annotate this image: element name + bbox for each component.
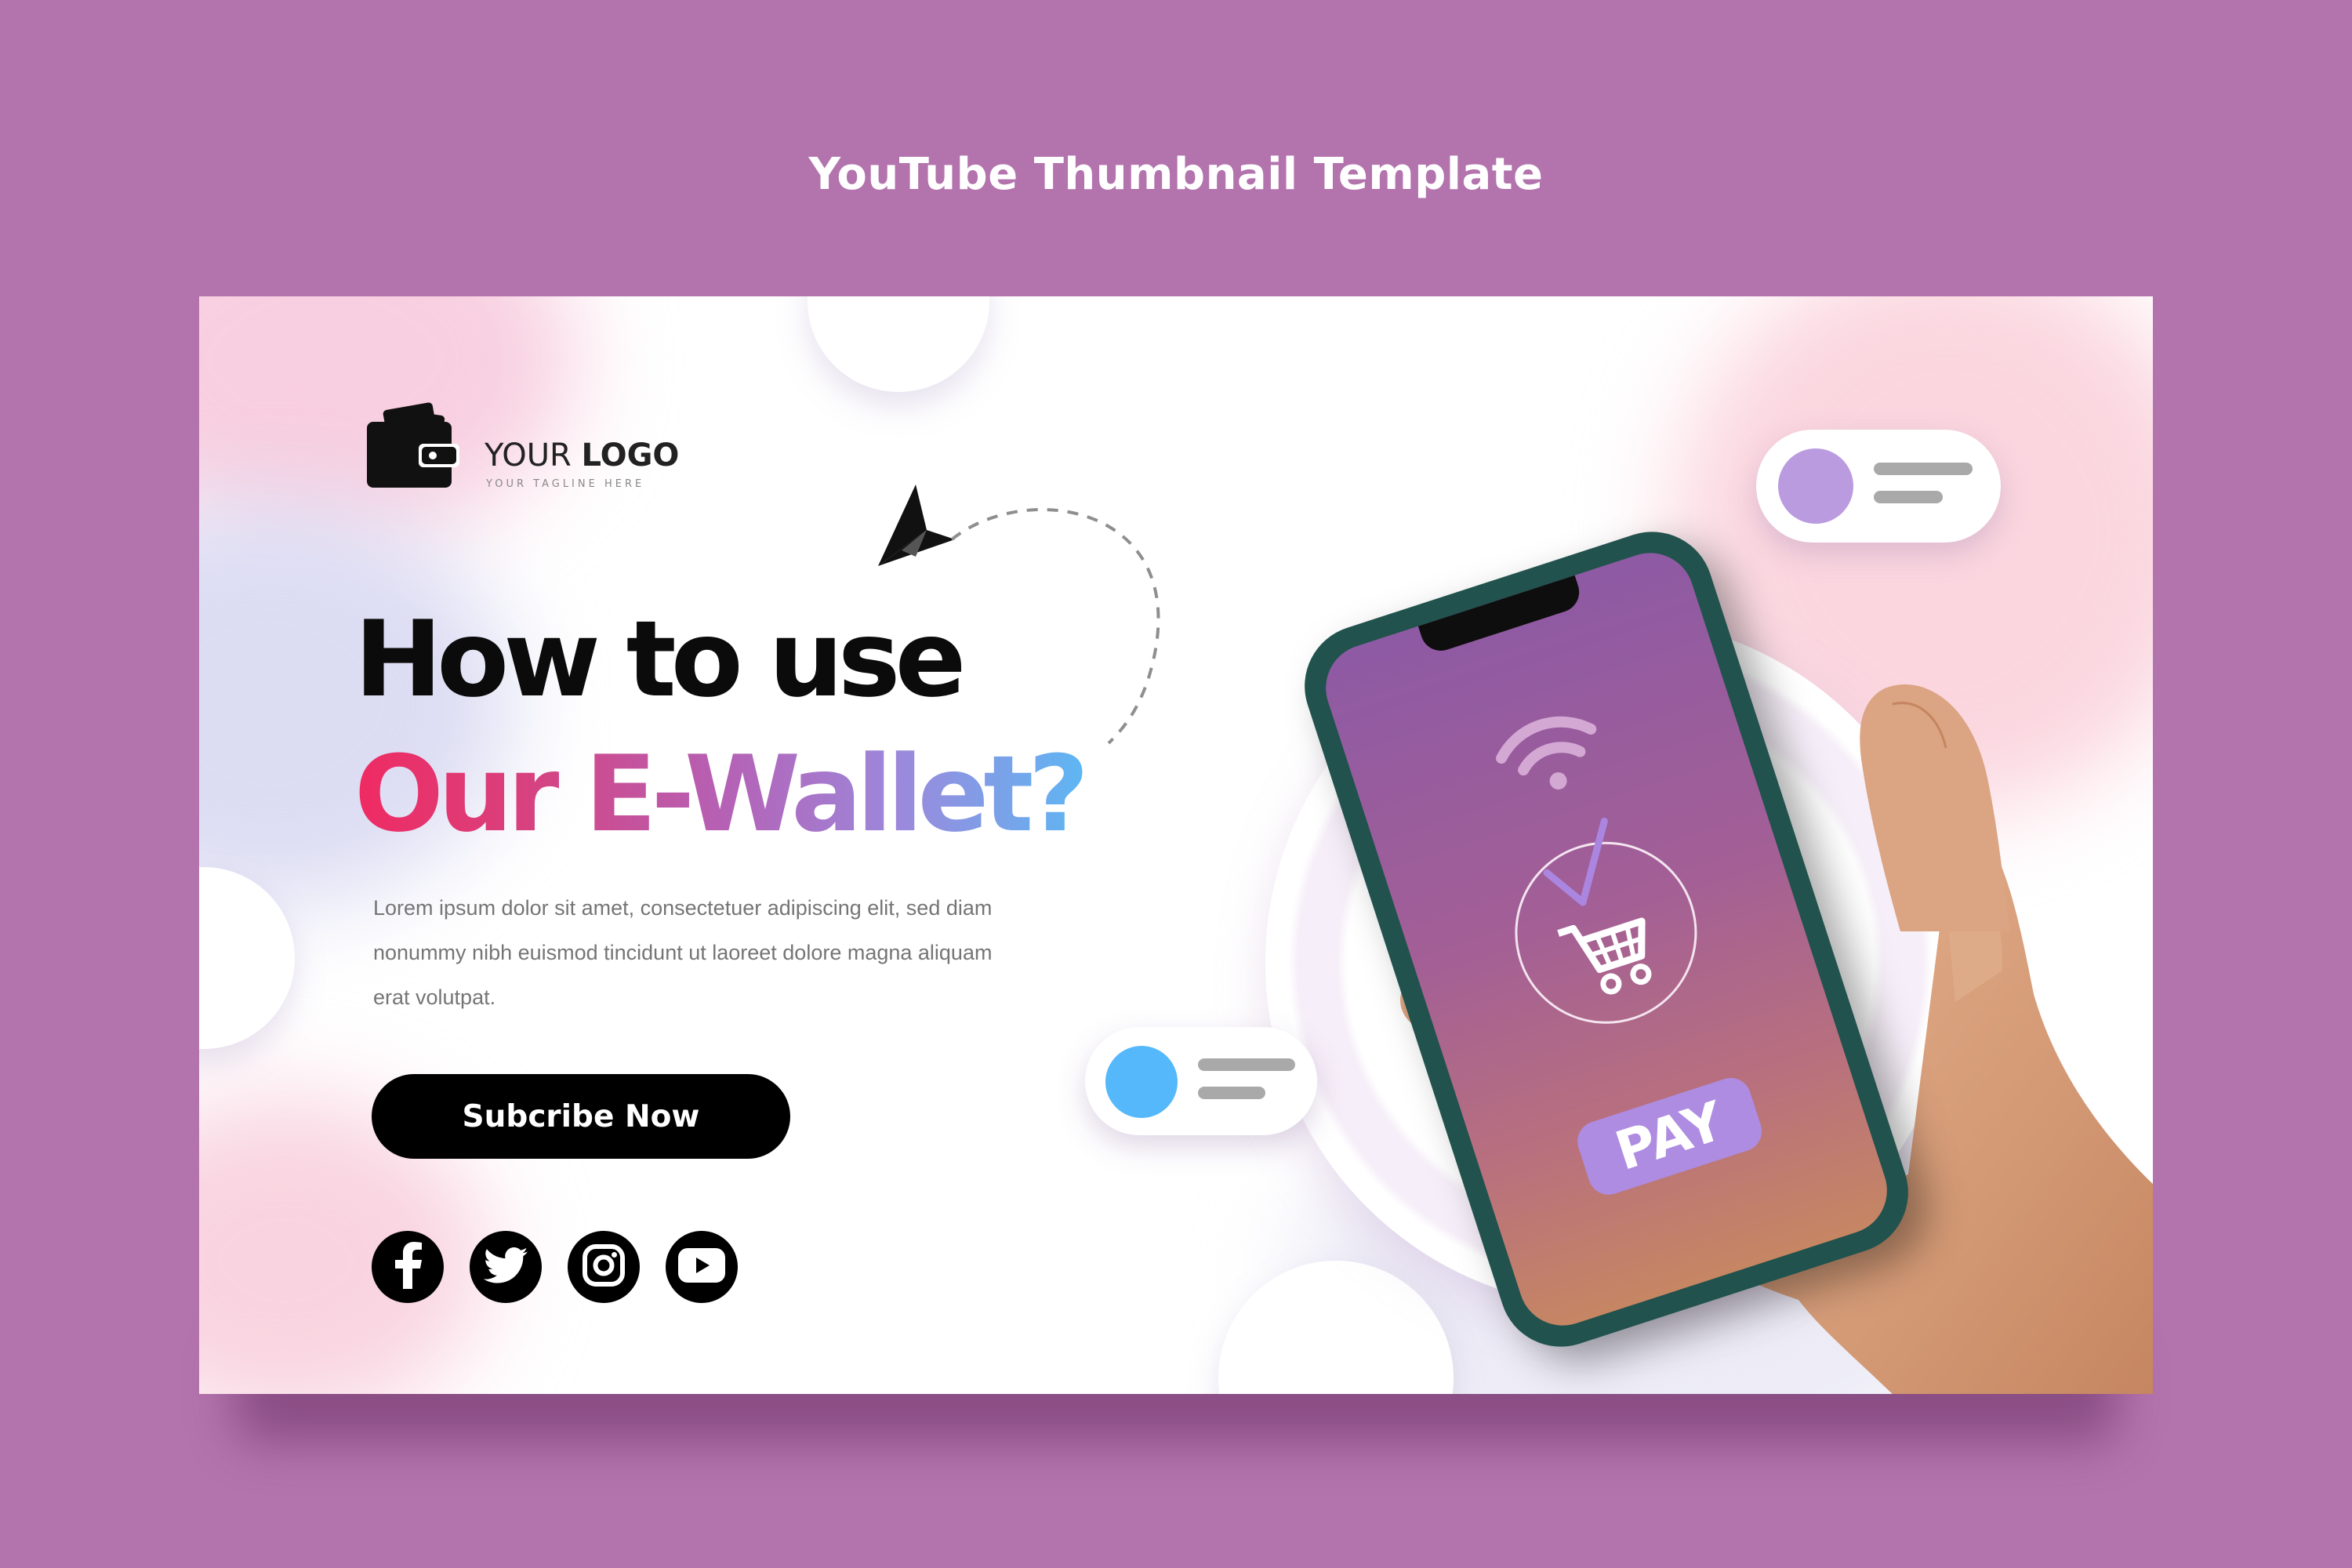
notification-line	[1198, 1087, 1265, 1099]
notification-line	[1874, 463, 1973, 475]
headline-line-1: How to use	[354, 598, 966, 720]
wallet-icon	[367, 398, 459, 492]
notification-dot	[1778, 448, 1853, 524]
headline-line-2: Our E-Wallet?	[354, 733, 1089, 855]
pay-button[interactable]: PAY	[1572, 1073, 1767, 1200]
notification-line	[1198, 1058, 1295, 1071]
facebook-icon	[390, 1242, 425, 1292]
dashed-path	[950, 508, 1160, 745]
notification-line	[1874, 491, 1943, 503]
deco-circle-top	[808, 296, 989, 392]
facebook-link[interactable]	[372, 1231, 444, 1303]
notification-pill-top	[1756, 430, 2001, 543]
page-title: YouTube Thumbnail Template	[808, 149, 1544, 200]
twitter-icon	[483, 1247, 528, 1287]
thumb-image	[1860, 684, 2010, 931]
instagram-link[interactable]	[568, 1231, 640, 1303]
logo-text-bold: LOGO	[581, 437, 680, 474]
notification-dot	[1105, 1046, 1178, 1118]
description-text: Lorem ipsum dolor sit amet, consectetuer…	[373, 896, 993, 1009]
twitter-link[interactable]	[470, 1231, 542, 1303]
logo-text: YOUR LOGO	[485, 437, 679, 474]
logo-text-regular: YOUR	[485, 437, 572, 474]
notification-pill-left	[1085, 1027, 1317, 1135]
subscribe-button[interactable]: Subcribe Now	[372, 1074, 790, 1159]
phone-notch	[1417, 575, 1584, 656]
instagram-icon	[583, 1244, 625, 1290]
youtube-icon	[678, 1248, 725, 1286]
logo-tagline: YOUR TAGLINE HERE	[486, 478, 645, 490]
thumbnail-card: YOUR LOGO YOUR TAGLINE HERE How to use O…	[199, 296, 2153, 1394]
wifi-icon	[1483, 693, 1615, 812]
youtube-link[interactable]	[666, 1231, 738, 1303]
